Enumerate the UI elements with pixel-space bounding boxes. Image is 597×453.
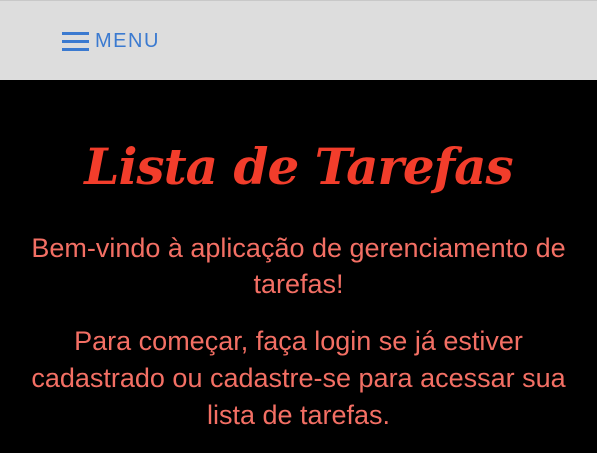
menu-toggle-button[interactable]: MENU [62,29,160,53]
top-navigation-bar: MENU [0,0,597,80]
menu-label: MENU [95,30,160,52]
hamburger-menu-icon [62,31,89,51]
welcome-message: Bem-vindo à aplicação de gerenciamento d… [31,233,566,299]
main-content: Lista de Tarefas Bem-vindo à aplicação d… [0,80,597,453]
page-title: Lista de Tarefas [84,137,513,196]
getting-started-instructions: Para começar, faça login se já estiver c… [31,326,566,430]
